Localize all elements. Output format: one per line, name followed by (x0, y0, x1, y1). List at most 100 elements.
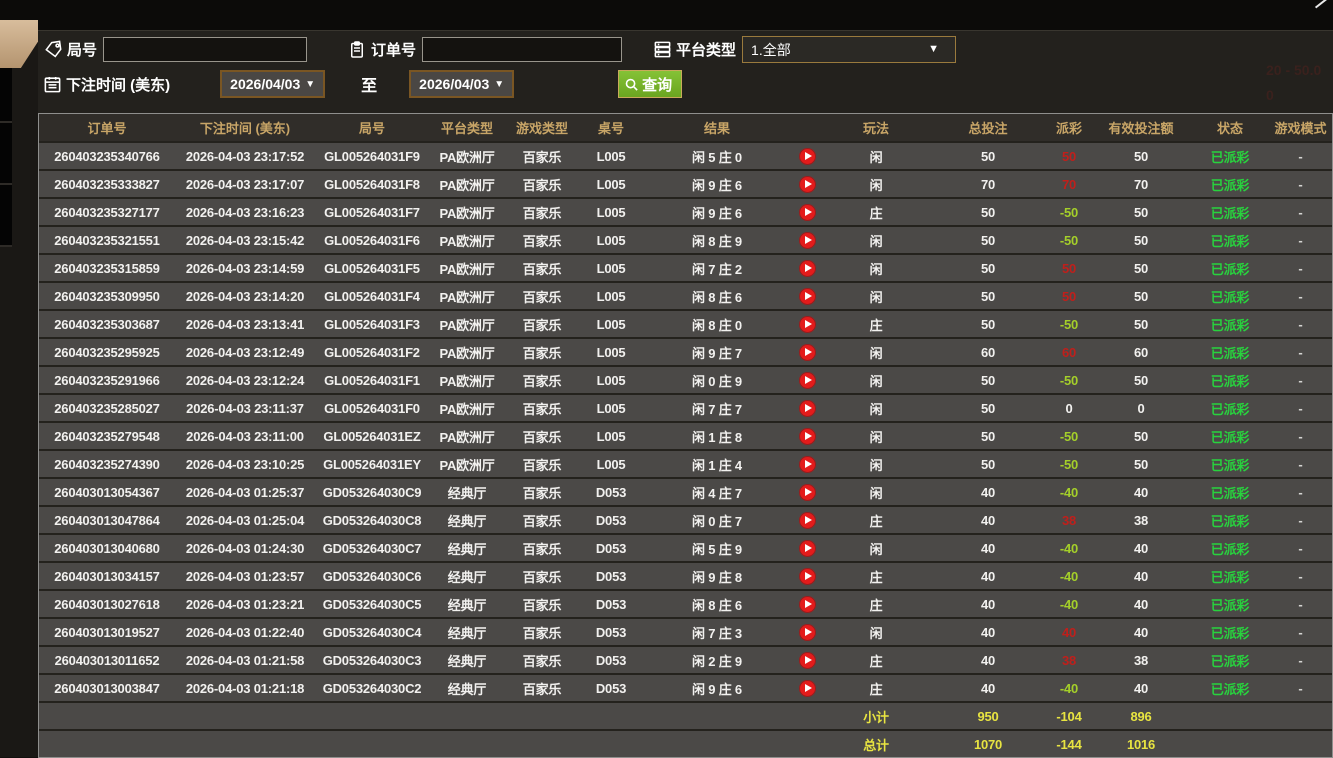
play-video-icon[interactable] (799, 484, 816, 501)
game-no-input[interactable] (103, 37, 307, 62)
cell-video (791, 423, 823, 449)
total-label: 总计 (823, 731, 929, 757)
cell-play-type: 庄 (823, 311, 929, 337)
cell-play-type: 闲 (823, 423, 929, 449)
cell-order-no: 260403235303687 (39, 311, 175, 337)
cell-status: 已派彩 (1191, 647, 1269, 673)
empty-cell (505, 703, 579, 729)
play-video-icon[interactable] (799, 456, 816, 473)
cell-total-bet: 50 (929, 199, 1047, 225)
cell-game-mode: - (1269, 143, 1332, 169)
cell-bet-time: 2026-04-03 01:25:37 (175, 479, 315, 505)
play-video-icon[interactable] (799, 344, 816, 361)
column-header: 局号 (315, 114, 429, 141)
cell-platform-type: 经典厅 (429, 647, 505, 673)
ghost-line: 0 (1266, 83, 1321, 108)
play-video-icon[interactable] (799, 204, 816, 221)
cell-round-no: GL005264031EY (315, 451, 429, 477)
cell-total-bet: 40 (929, 563, 1047, 589)
column-header: 订单号 (39, 114, 175, 141)
cell-order-no: 260403235295925 (39, 339, 175, 365)
cell-play-type: 庄 (823, 647, 929, 673)
cell-valid-bet: 50 (1091, 283, 1191, 309)
cell-video (791, 479, 823, 505)
cell-game-type: 百家乐 (505, 591, 579, 617)
play-video-icon[interactable] (799, 596, 816, 613)
cell-table-no: L005 (579, 311, 643, 337)
cell-table-no: L005 (579, 423, 643, 449)
play-video-icon[interactable] (799, 372, 816, 389)
cell-platform-type: PA欧洲厅 (429, 227, 505, 253)
table-row: 2604032353271772026-04-03 23:16:23GL0052… (39, 197, 1332, 225)
cell-game-mode: - (1269, 283, 1332, 309)
empty-cell (175, 703, 315, 729)
empty-cell (791, 703, 823, 729)
play-video-icon[interactable] (799, 400, 816, 417)
cell-table-no: D053 (579, 563, 643, 589)
cell-video (791, 227, 823, 253)
cell-total-bet: 40 (929, 507, 1047, 533)
rail-blocks (0, 61, 12, 247)
cell-round-no: GD053264030C5 (315, 591, 429, 617)
cell-platform-type: 经典厅 (429, 675, 505, 701)
play-video-icon[interactable] (799, 624, 816, 641)
play-video-icon[interactable] (799, 232, 816, 249)
cell-game-type: 百家乐 (505, 171, 579, 197)
play-video-icon[interactable] (799, 316, 816, 333)
play-video-icon[interactable] (799, 428, 816, 445)
column-header: 玩法 (823, 114, 929, 141)
cell-bet-time: 2026-04-03 01:23:21 (175, 591, 315, 617)
cell-round-no: GL005264031F5 (315, 255, 429, 281)
cell-valid-bet: 38 (1091, 507, 1191, 533)
table-row: 2604032353215512026-04-03 23:15:42GL0052… (39, 225, 1332, 253)
play-video-icon[interactable] (799, 176, 816, 193)
cell-platform-type: PA欧洲厅 (429, 199, 505, 225)
cell-game-type: 百家乐 (505, 619, 579, 645)
cell-total-bet: 40 (929, 535, 1047, 561)
cell-order-no: 260403013019527 (39, 619, 175, 645)
date-to-picker[interactable]: 2026/04/03 ▼ (409, 70, 514, 98)
cell-total-bet: 40 (929, 591, 1047, 617)
play-video-icon[interactable] (799, 540, 816, 557)
cell-game-type: 百家乐 (505, 507, 579, 533)
empty-cell (1269, 703, 1332, 729)
order-no-input[interactable] (422, 37, 622, 62)
play-video-icon[interactable] (799, 288, 816, 305)
cell-result: 闲 9 庄 8 (643, 563, 791, 589)
play-video-icon[interactable] (799, 652, 816, 669)
play-video-icon[interactable] (799, 148, 816, 165)
cell-valid-bet: 40 (1091, 619, 1191, 645)
cell-valid-bet: 70 (1091, 171, 1191, 197)
cell-order-no: 260403013054367 (39, 479, 175, 505)
cell-payout: 50 (1047, 255, 1091, 281)
cell-video (791, 339, 823, 365)
cell-valid-bet: 40 (1091, 675, 1191, 701)
search-button[interactable]: 查询 (618, 70, 682, 98)
orders-table: 订单号下注时间 (美东)局号平台类型游戏类型桌号结果玩法总投注派彩有效投注额状态… (38, 113, 1333, 758)
cell-total-bet: 50 (929, 143, 1047, 169)
search-icon (624, 77, 639, 92)
column-header: 有效投注额 (1091, 114, 1191, 141)
play-video-icon[interactable] (799, 512, 816, 529)
cell-game-mode: - (1269, 339, 1332, 365)
cell-order-no: 260403235321551 (39, 227, 175, 253)
cell-play-type: 庄 (823, 563, 929, 589)
cell-bet-time: 2026-04-03 23:16:23 (175, 199, 315, 225)
date-from-picker[interactable]: 2026/04/03 ▼ (220, 70, 325, 98)
platform-type-select[interactable]: 1.全部 ▼ (742, 36, 956, 63)
cell-order-no: 260403235291966 (39, 367, 175, 393)
play-video-icon[interactable] (799, 568, 816, 585)
empty-cell (1191, 703, 1269, 729)
cell-round-no: GD053264030C9 (315, 479, 429, 505)
cell-video (791, 199, 823, 225)
tag-icon (43, 40, 63, 60)
cell-status: 已派彩 (1191, 395, 1269, 421)
cell-round-no: GL005264031F4 (315, 283, 429, 309)
cell-game-mode: - (1269, 507, 1332, 533)
cell-bet-time: 2026-04-03 23:17:07 (175, 171, 315, 197)
play-video-icon[interactable] (799, 260, 816, 277)
play-video-icon[interactable] (799, 680, 816, 697)
table-row: 2604032353338272026-04-03 23:17:07GL0052… (39, 169, 1332, 197)
cell-total-bet: 50 (929, 367, 1047, 393)
cell-game-mode: - (1269, 255, 1332, 281)
